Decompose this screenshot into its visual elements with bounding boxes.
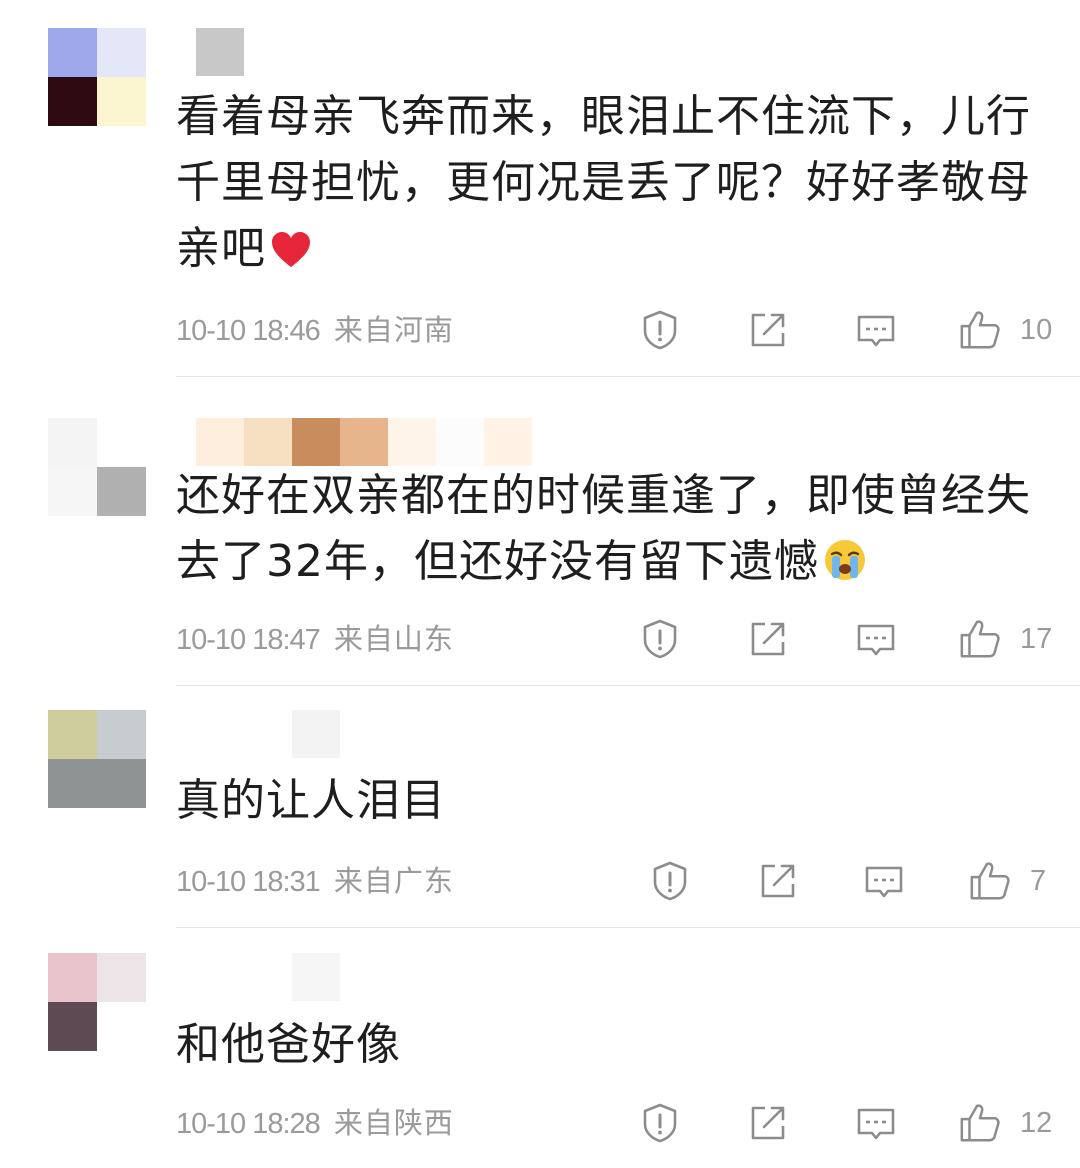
thumb-up-icon — [970, 862, 1010, 900]
comment-text-content: 还好在双亲都在的时候重逢了，即使曾经失去了32年，但还好没有留下遗憾 — [176, 470, 1031, 587]
avatar-tile — [97, 1002, 146, 1051]
avatar-tile — [97, 418, 146, 467]
avatar-tile — [48, 28, 97, 77]
share-button[interactable] — [756, 859, 800, 903]
like-button[interactable] — [958, 1101, 1002, 1145]
comment-actions: 17 — [0, 617, 1080, 661]
comment-button[interactable] — [854, 617, 898, 661]
avatar-tile — [48, 418, 97, 467]
report-button[interactable] — [638, 308, 682, 352]
like-button[interactable] — [968, 859, 1012, 903]
avatar-tile — [97, 77, 146, 126]
username-blurred[interactable] — [176, 28, 244, 76]
comment-button[interactable] — [862, 859, 906, 903]
comment-text-content: 真的让人泪目 — [176, 775, 446, 826]
report-button[interactable] — [638, 617, 682, 661]
share-button[interactable] — [746, 617, 790, 661]
share-icon — [751, 1106, 785, 1140]
comment-icon — [857, 624, 895, 656]
crying-emoji — [823, 535, 867, 601]
divider — [176, 685, 1080, 686]
username-blurred[interactable] — [176, 953, 340, 1001]
avatar-tile — [48, 467, 97, 516]
avatar[interactable] — [48, 710, 146, 808]
thumb-up-icon — [960, 1104, 1000, 1142]
avatar[interactable] — [48, 953, 146, 1051]
avatar[interactable] — [48, 28, 146, 126]
like-count: 7 — [1030, 865, 1047, 897]
like-button[interactable] — [958, 308, 1002, 352]
comment-actions: 7 — [0, 859, 1080, 903]
report-icon — [643, 1103, 677, 1143]
comment-icon — [857, 1108, 895, 1140]
divider — [176, 927, 1080, 928]
like-count: 17 — [1020, 623, 1053, 655]
avatar[interactable] — [48, 418, 146, 516]
report-icon — [643, 310, 677, 350]
comment-text: 和他爸好像 — [176, 1012, 1046, 1078]
comment-icon — [857, 315, 895, 347]
comment-text: 看着母亲飞奔而来，眼泪止不住流下，儿行千里母担忧，更何况是丢了呢？好好孝敬母亲吧 — [176, 84, 1046, 288]
avatar-tile — [97, 28, 146, 77]
heart-emoji — [270, 222, 312, 288]
thumb-up-icon — [960, 620, 1000, 658]
comment-actions: 12 — [0, 1101, 1080, 1145]
comment-text-content: 和他爸好像 — [176, 1019, 401, 1070]
like-button[interactable] — [958, 617, 1002, 661]
report-icon — [643, 619, 677, 659]
share-button[interactable] — [746, 308, 790, 352]
like-count: 12 — [1020, 1107, 1053, 1139]
avatar-tile — [48, 1002, 97, 1051]
thumb-up-icon — [960, 311, 1000, 349]
avatar-tile — [97, 467, 146, 516]
avatar-tile — [48, 953, 97, 1002]
share-icon — [751, 313, 785, 347]
comment-item: 看着母亲飞奔而来，眼泪止不住流下，儿行千里母担忧，更何况是丢了呢？好好孝敬母亲吧… — [0, 0, 1080, 378]
comment-text: 还好在双亲都在的时候重逢了，即使曾经失去了32年，但还好没有留下遗憾 — [176, 463, 1046, 601]
avatar-tile — [97, 710, 146, 759]
username-blurred[interactable] — [176, 418, 532, 466]
comment-icon — [865, 866, 903, 898]
share-icon — [751, 622, 785, 656]
share-icon — [761, 864, 795, 898]
report-button[interactable] — [638, 1101, 682, 1145]
report-icon — [653, 861, 687, 901]
comment-actions: 10 — [0, 308, 1080, 352]
share-button[interactable] — [746, 1101, 790, 1145]
like-count: 10 — [1020, 314, 1053, 346]
avatar-tile — [97, 759, 146, 808]
avatar-tile — [48, 759, 97, 808]
comment-button[interactable] — [854, 308, 898, 352]
avatar-tile — [97, 953, 146, 1002]
avatar-tile — [48, 710, 97, 759]
avatar-tile — [48, 77, 97, 126]
divider — [176, 376, 1080, 377]
comment-button[interactable] — [854, 1101, 898, 1145]
report-button[interactable] — [648, 859, 692, 903]
comment-text: 真的让人泪目 — [176, 768, 1046, 834]
username-blurred[interactable] — [176, 710, 340, 758]
